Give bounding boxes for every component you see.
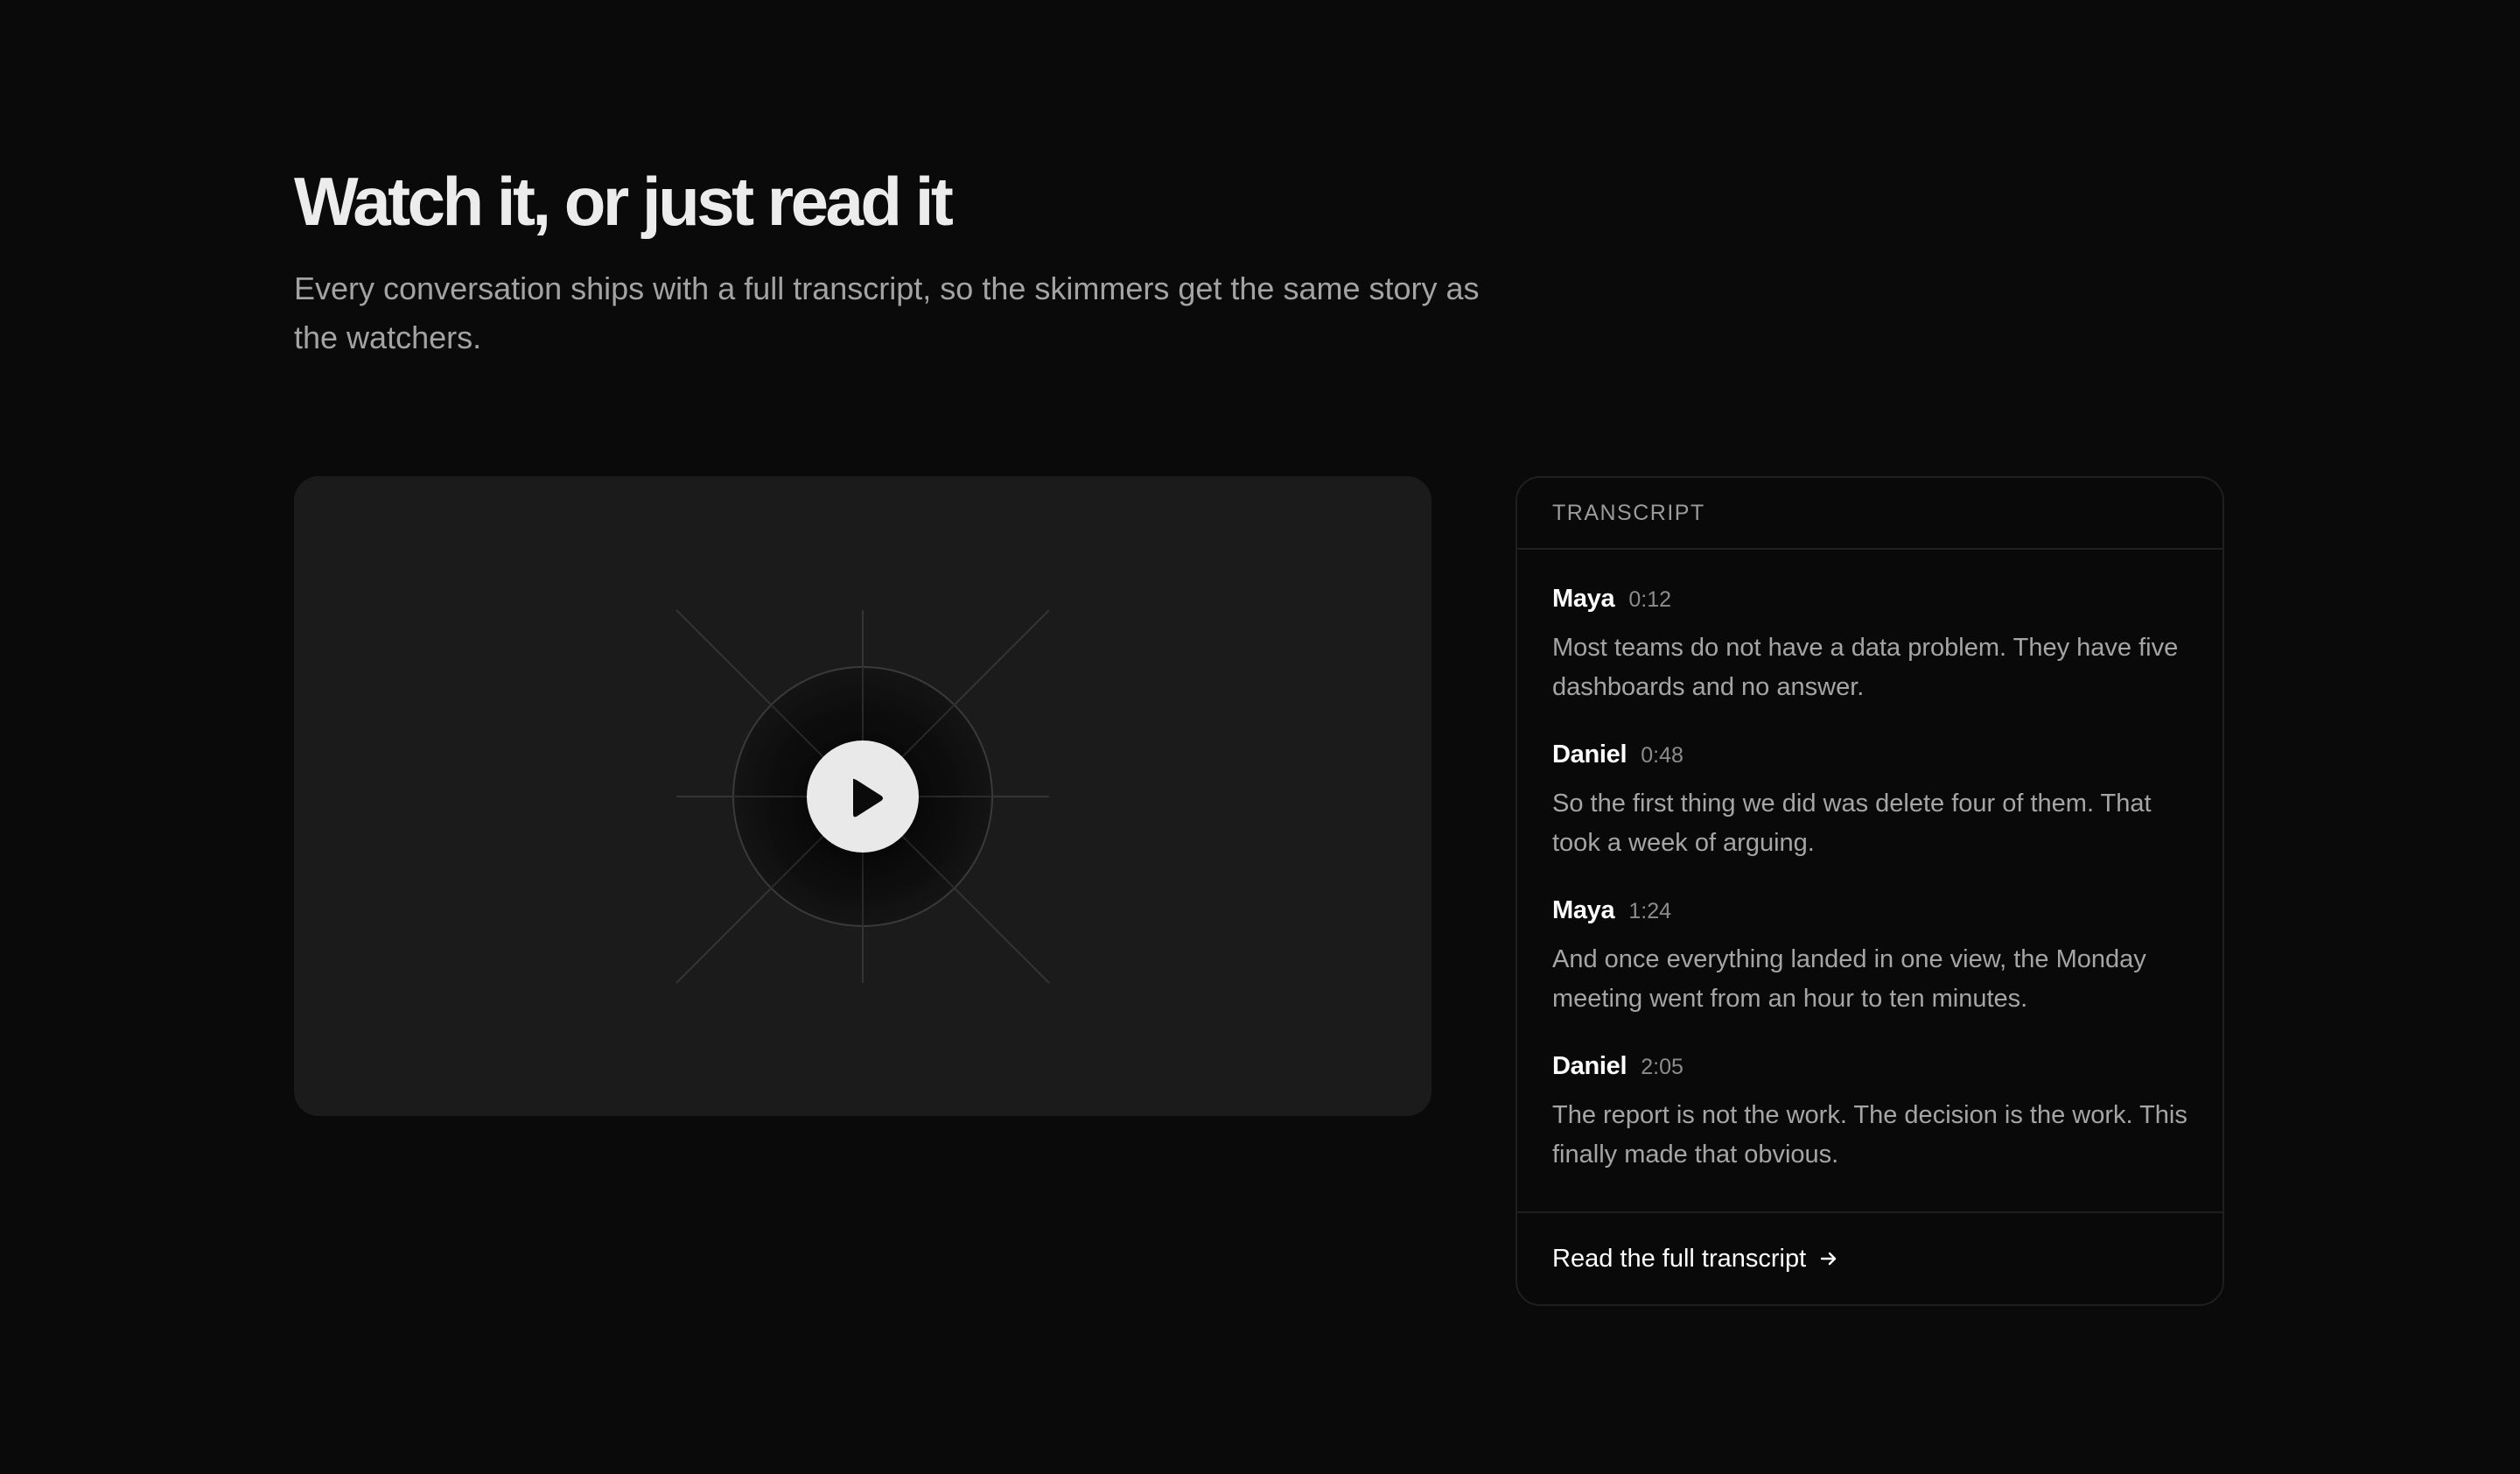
speaker-name: Daniel <box>1552 1052 1628 1080</box>
transcript-text: And once everything landed in one view, … <box>1552 945 2146 1013</box>
transcript-entry: Maya 0:12 Most teams do not have a data … <box>1552 585 2188 707</box>
play-button[interactable] <box>807 741 919 853</box>
speaker-name: Daniel <box>1552 741 1628 769</box>
section-subtitle: Every conversation ships with a full tra… <box>294 270 1480 355</box>
timestamp: 0:12 <box>1628 587 1672 612</box>
timestamp: 1:24 <box>1628 899 1672 923</box>
read-full-transcript-label: Read the full transcript <box>1552 1244 1807 1273</box>
timestamp: 2:05 <box>1641 1055 1684 1079</box>
transcript-entry: Maya 1:24 And once everything landed in … <box>1552 896 2188 1019</box>
transcript-footer: Read the full transcript <box>1517 1211 2222 1304</box>
play-icon <box>853 778 883 818</box>
timestamp: 0:48 <box>1641 743 1684 768</box>
transcript-text: So the first thing we did was delete fou… <box>1552 790 2152 857</box>
transcript-header: TRANSCRIPT <box>1517 478 2222 550</box>
read-full-transcript-link[interactable]: Read the full transcript <box>1552 1245 1839 1274</box>
transcript-entry: Daniel 2:05 The report is not the work. … <box>1552 1052 2188 1175</box>
transcript-panel: TRANSCRIPT Maya 0:12 Most teams do not h… <box>1516 476 2224 1306</box>
transcript-text: The report is not the work. The decision… <box>1552 1101 2188 1169</box>
transcript-list: Maya 0:12 Most teams do not have a data … <box>1517 550 2222 1175</box>
section-title: Watch it, or just read it <box>294 163 954 240</box>
speaker-name: Maya <box>1552 585 1615 613</box>
transcript-text: Most teams do not have a data problem. T… <box>1552 634 2179 701</box>
video-player[interactable] <box>294 476 1432 1116</box>
speaker-name: Maya <box>1552 896 1615 924</box>
transcript-entry: Daniel 0:48 So the first thing we did wa… <box>1552 741 2188 863</box>
transcript-header-label: TRANSCRIPT <box>1552 500 1705 525</box>
arrow-right-icon <box>1820 1252 1837 1266</box>
